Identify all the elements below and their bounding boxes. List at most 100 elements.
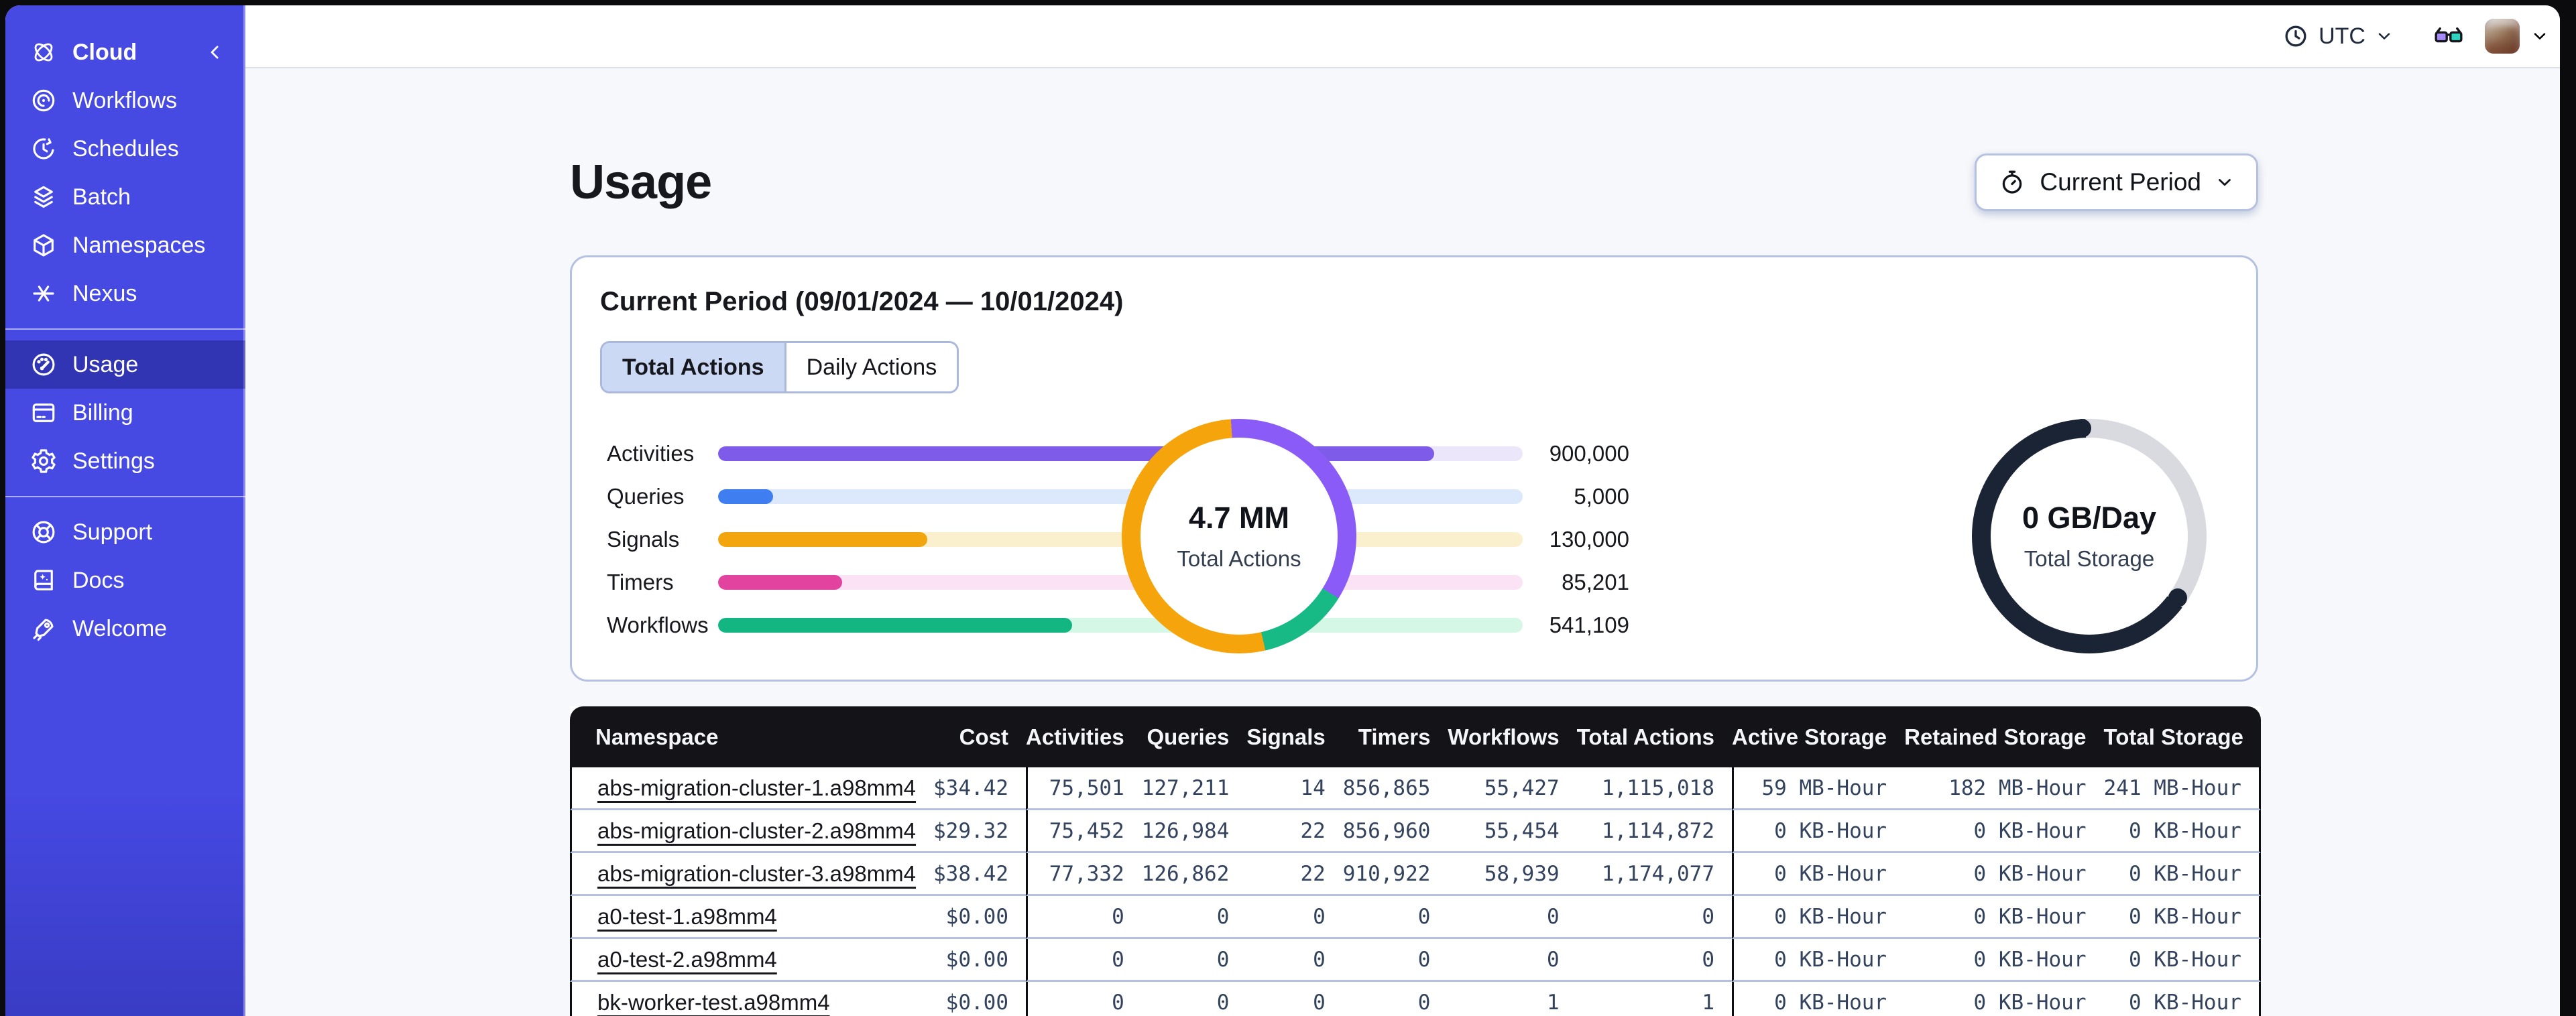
total-actions-donut: 4.7 MM Total Actions [1122,419,1356,653]
cell-timers: 910,922 [1342,853,1448,896]
cell-retained-storage: 182 MB-Hour [1904,767,2104,810]
cell-workflows: 0 [1448,896,1577,939]
sidebar-item-batch[interactable]: Batch [5,173,245,221]
bar-value: 900,000 [1549,441,1629,466]
tab-total-actions[interactable]: Total Actions [602,343,784,391]
usage-summary-card: Current Period (09/01/2024 — 10/01/2024)… [570,255,2258,682]
column-header-retained-storage: Retained Storage [1904,706,2104,767]
temporal-logo-icon [30,38,58,66]
cell-workflows: 58,939 [1448,853,1577,896]
namespace-link[interactable]: a0-test-2.a98mm4 [597,947,777,972]
sidebar-item-cloud[interactable]: Cloud [5,28,245,76]
sidebar-item-schedules[interactable]: Schedules [5,125,245,173]
cell-cost: $0.00 [933,939,1026,982]
bar-fill [718,618,1072,633]
total-storage-donut: 0 GB/Day Total Storage [1972,419,2207,653]
sidebar-item-welcome[interactable]: Welcome [5,605,245,653]
sidebar-item-docs[interactable]: Docs [5,556,245,605]
sidebar-item-label: Batch [72,184,131,210]
table-row: abs-migration-cluster-1.a98mm4 $34.42 75,5… [570,767,2261,810]
cell-timers: 856,960 [1342,810,1448,853]
cell-cost: $34.42 [933,767,1026,810]
tab-daily-actions[interactable]: Daily Actions [784,343,957,391]
sidebar-item-label: Welcome [72,615,168,641]
table-row: a0-test-1.a98mm4 $0.00 0 0 0 0 0 0 0 KB-Hour 0 KB… [570,896,2261,939]
bar-fill [718,532,927,547]
sidebar-item-billing[interactable]: Billing [5,389,245,437]
sidebar-item-label: Support [72,519,153,545]
cell-retained-storage: 0 KB-Hour [1904,982,2103,1016]
table-row: bk-worker-test.a98mm4 $0.00 0 0 0 0 1 1 0 KB-Hou… [570,982,2261,1016]
clock-icon [2282,23,2309,50]
account-menu[interactable] [2485,19,2549,54]
sidebar-item-label: Schedules [72,135,179,162]
cell-total-actions: 1,174,077 [1576,853,1733,896]
sidebar-item-settings[interactable]: Settings [5,437,245,485]
workflows-icon [30,86,58,115]
namespace-link[interactable]: abs-migration-cluster-1.a98mm4 [597,775,916,800]
glasses-icon[interactable] [2433,20,2465,52]
card-heading: Current Period (09/01/2024 — 10/01/2024) [600,287,1124,316]
sidebar-item-support[interactable]: Support [5,508,245,556]
cell-active-storage: 0 KB-Hour [1732,982,1904,1016]
cell-queries: 126,984 [1141,810,1247,853]
nexus-icon [30,279,58,308]
cell-namespace: abs-migration-cluster-1.a98mm4 [570,767,934,810]
bar-track [718,532,1523,547]
cell-total-storage: 0 KB-Hour [2103,896,2261,939]
sidebar-item-label: Nexus [72,280,137,306]
actions-tab-group: Total Actions Daily Actions [600,341,959,393]
sidebar-item-workflows[interactable]: Workflows [5,76,245,125]
namespace-link[interactable]: bk-worker-test.a98mm4 [597,990,830,1015]
cell-total-storage: 0 KB-Hour [2103,939,2261,982]
cell-signals: 0 [1246,939,1343,982]
sidebar-item-namespaces[interactable]: Namespaces [5,221,245,269]
sidebar-item-label: Billing [72,399,133,426]
column-header-active-storage: Active Storage [1732,706,1905,767]
cell-total-storage: 0 KB-Hour [2104,982,2261,1016]
column-header-queries: Queries [1141,706,1247,767]
cell-retained-storage: 0 KB-Hour [1904,853,2104,896]
cell-signals: 0 [1246,982,1342,1016]
namespace-link[interactable]: abs-migration-cluster-2.a98mm4 [597,818,916,843]
timezone-selector[interactable]: UTC [2273,16,2403,56]
bar-label: Workflows [607,613,709,637]
table-row: abs-migration-cluster-3.a98mm4 $38.42 77,3… [570,853,2261,896]
bar-value: 541,109 [1549,613,1629,637]
sidebar-item-nexus[interactable]: Nexus [5,269,245,318]
schedules-icon [30,135,58,163]
cell-total-storage: 0 KB-Hour [2103,853,2261,896]
cell-active-storage: 0 KB-Hour [1732,896,1905,939]
cell-total-actions: 0 [1576,939,1733,982]
namespace-link[interactable]: abs-migration-cluster-3.a98mm4 [597,861,916,886]
cell-queries: 126,862 [1141,853,1247,896]
cell-retained-storage: 0 KB-Hour [1904,896,2104,939]
bar-track [718,489,1523,504]
period-selector-button[interactable]: Current Period [1975,153,2258,211]
donut-value: 4.7 MM [1188,501,1290,535]
cell-signals: 0 [1246,896,1343,939]
namespace-link[interactable]: a0-test-1.a98mm4 [597,904,777,929]
cell-workflows: 55,427 [1448,767,1577,810]
donut-value: 0 GB/Day [2022,501,2157,535]
bar-fill [718,575,842,590]
topbar: UTC [245,5,2560,68]
cell-total-actions: 0 [1576,896,1733,939]
cell-retained-storage: 0 KB-Hour [1904,939,2104,982]
sidebar-item-usage[interactable]: Usage [5,340,245,389]
stopwatch-icon [1998,168,2026,196]
cell-activities: 75,501 [1026,767,1142,810]
cell-queries: 0 [1142,982,1247,1016]
chevron-down-icon [2530,27,2549,46]
page-header: Usage Current Period [570,153,2258,212]
collapse-sidebar-icon[interactable] [205,42,225,62]
cell-total-actions: 1,114,872 [1576,810,1733,853]
cell-retained-storage: 0 KB-Hour [1904,810,2104,853]
bar-track [718,575,1523,590]
cell-activities: 75,452 [1026,810,1142,853]
lifebuoy-icon [30,518,58,546]
batch-icon [30,183,58,211]
bar-value: 5,000 [1574,484,1629,509]
app-window: UTC Cloud Workflows Schedules Batch Namespac… [5,5,2560,1016]
sidebar: Cloud Workflows Schedules Batch Namespaces Ne… [5,5,245,1016]
